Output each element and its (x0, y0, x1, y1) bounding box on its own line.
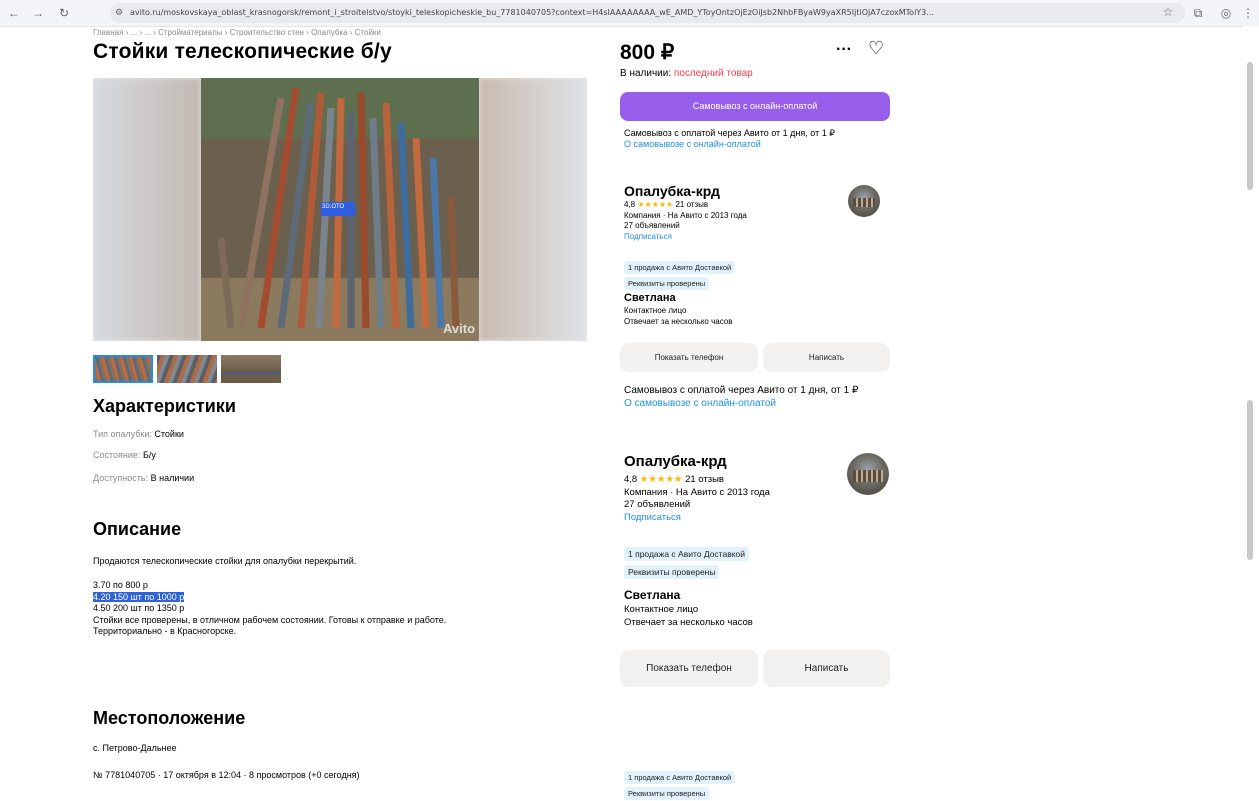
contact-response: Отвечает за несколько часов (624, 316, 733, 326)
thumbnail-3[interactable] (221, 355, 281, 383)
rating-row-2[interactable]: 4,8 ★★★★★ 21 отзыв (624, 474, 770, 487)
subscribe-link-2[interactable]: Подписаться (624, 512, 770, 525)
char-row-condition: Состояние: Б/у (93, 450, 156, 460)
arrow-right-icon[interactable]: → (30, 5, 46, 21)
scrollbar-thumb-outer[interactable] (1247, 62, 1253, 190)
seller-info: 4,8 ★★★★★ 21 отзыв Компания · На Авито с… (624, 200, 747, 242)
photo-gallery[interactable]: 3D.ОТО Avito (93, 78, 587, 341)
puzzle-icon[interactable]: ⧉ (1190, 5, 1206, 21)
avito-watermark: Avito (443, 321, 476, 336)
seller-company-2: Компания · На Авито с 2013 года (624, 486, 770, 498)
arrow-left-icon[interactable]: ← (6, 5, 22, 21)
description-intro: Продаются телескопические стойки для опа… (93, 556, 357, 566)
char-value: Б/у (142, 450, 156, 460)
reviews-count[interactable]: 21 отзыв (675, 200, 708, 209)
site-info-icon[interactable]: ⚙ (115, 3, 123, 23)
availability: В наличии: последний товар (620, 68, 753, 79)
price-line-1: 3.70 по 800 р (93, 580, 148, 590)
photo-badge: 3D.ОТО (322, 204, 345, 210)
description-body: 3.70 по 800 р 4.20 150 шт по 1000 р 4.50… (93, 580, 563, 638)
seller-listings[interactable]: 27 объявлений (624, 221, 747, 232)
verified-badge: Реквизиты проверены (624, 277, 710, 290)
gallery-blur-right (479, 78, 587, 341)
url-text: avito.ru/moskovskaya_oblast_krasnogorsk/… (130, 8, 934, 17)
rating-value-2: 4,8 (624, 474, 638, 485)
contact-info: Контактное лицо Отвечает за несколько ча… (624, 306, 733, 327)
availability-value: последний товар (673, 68, 753, 79)
seller-chips-6: Реквизиты проверены (624, 783, 710, 801)
address-bar[interactable]: ⚙ avito.ru/moskovskaya_oblast_krasnogors… (110, 3, 1185, 23)
seller-name-2[interactable]: Опалубка-крд (624, 453, 727, 470)
pickup-info-2: Самовывоз с оплатой через Авито от 1 дня… (624, 384, 894, 410)
verified-badge-3: Реквизиты проверены (624, 787, 710, 800)
pickup-link[interactable]: О самовывозе с онлайн-оплатой (624, 139, 886, 150)
reload-icon[interactable]: ↻ (56, 5, 72, 21)
subscribe-link[interactable]: Подписаться (624, 232, 747, 243)
seller-chips-2: Реквизиты проверены (624, 273, 710, 291)
thumbnail-1[interactable] (93, 355, 153, 383)
breadcrumb[interactable]: Главная › ... › ... › Стройматериалы › С… (93, 28, 381, 37)
seller-chips-4: Реквизиты проверены (624, 562, 720, 580)
availability-label: В наличии: (620, 68, 672, 79)
price: 800 ₽ (620, 41, 675, 64)
ellipsis-icon[interactable]: ··· (836, 41, 852, 59)
verified-badge-2: Реквизиты проверены (624, 565, 720, 579)
char-label: Тип опалубки: (93, 429, 152, 439)
write-button[interactable]: Написать (763, 343, 890, 372)
location-heading: Местоположение (93, 708, 246, 728)
char-row-type: Тип опалубки: Стойки (93, 429, 184, 439)
contact-name-2: Светлана (624, 588, 681, 602)
page-title: Стойки телескопические б/у (93, 40, 392, 63)
kebab-menu-icon[interactable]: ⋮ (1240, 5, 1256, 21)
price-line-2: 4.20 150 шт по 1000 р (93, 591, 563, 604)
contact-response-2: Отвечает за несколько часов (624, 616, 753, 628)
price-line-3: 4.50 200 шт по 1350 р (93, 603, 185, 613)
star-icon[interactable]: ☆ (1160, 4, 1176, 20)
show-phone-button-2[interactable]: Показать телефон (620, 650, 758, 687)
rating-stars-icon-2: ★★★★★ (639, 474, 683, 485)
pickup-text-2: Самовывоз с оплатой через Авито от 1 дня… (624, 385, 859, 396)
contact-role: Контактное лицо (624, 306, 687, 315)
browser-toolbar: ← → ↻ ⚙ avito.ru/moskovskaya_oblast_kras… (0, 0, 1259, 27)
scrollbar-thumb-inner[interactable] (1247, 400, 1253, 560)
rating-value: 4,8 (624, 200, 636, 209)
selected-text: 4.20 150 шт по 1000 р (93, 591, 185, 602)
characteristics-heading: Характеристики (93, 396, 236, 416)
thumbnail-2[interactable] (157, 355, 217, 383)
gallery-blur-left (93, 78, 201, 341)
char-row-availability: Доступность: В наличии (93, 473, 194, 483)
char-value: В наличии (150, 473, 195, 483)
char-label: Состояние: (93, 450, 141, 460)
rating-row[interactable]: 4,8 ★★★★★ 21 отзыв (624, 200, 747, 211)
description-text: Стойки все проверены, в отличном рабочем… (93, 614, 447, 625)
profile-icon[interactable]: ◎ (1218, 5, 1234, 21)
pickup-text: Самовывоз с оплатой через Авито от 1 дня… (624, 128, 835, 138)
seller-avatar-2[interactable] (847, 453, 889, 495)
description-heading: Описание (93, 519, 182, 539)
description-location: Территориально - в Красногорске. (93, 626, 237, 636)
seller-name[interactable]: Опалубка-крд (624, 183, 720, 199)
contact-info-2: Контактное лицо Отвечает за несколько ча… (624, 604, 753, 629)
char-value: Стойки (154, 429, 184, 439)
reviews-count-2[interactable]: 21 отзыв (685, 474, 724, 485)
show-phone-button[interactable]: Показать телефон (620, 343, 758, 372)
seller-info-2: 4,8 ★★★★★ 21 отзыв Компания · На Авито с… (624, 474, 770, 524)
seller-listings-2[interactable]: 27 объявлений (624, 499, 770, 512)
contact-name: Светлана (624, 292, 676, 304)
seller-company: Компания · На Авито с 2013 года (624, 210, 747, 220)
pickup-info-top: Самовывоз с оплатой через Авито от 1 дня… (624, 128, 886, 150)
heart-icon[interactable]: ♡ (868, 38, 884, 59)
char-label: Доступность: (93, 473, 149, 483)
location-address: с. Петрово-Дальнее (93, 743, 177, 753)
pickup-online-button[interactable]: Самовывоз с онлайн-оплатой (620, 92, 890, 121)
pickup-link-2[interactable]: О самовывозе с онлайн-оплатой (624, 397, 894, 410)
delivery-badge-2: 1 продажа с Авито Доставкой (624, 547, 750, 561)
seller-chips-3: 1 продажа с Авито Доставкой (624, 544, 750, 562)
seller-avatar[interactable] (848, 185, 880, 217)
rating-stars-icon: ★★★★★ (637, 200, 674, 209)
listing-meta: № 7781040705 · 17 октября в 12:04 · 8 пр… (93, 770, 360, 780)
write-button-2[interactable]: Написать (763, 650, 890, 687)
contact-role-2: Контактное лицо (624, 604, 699, 615)
